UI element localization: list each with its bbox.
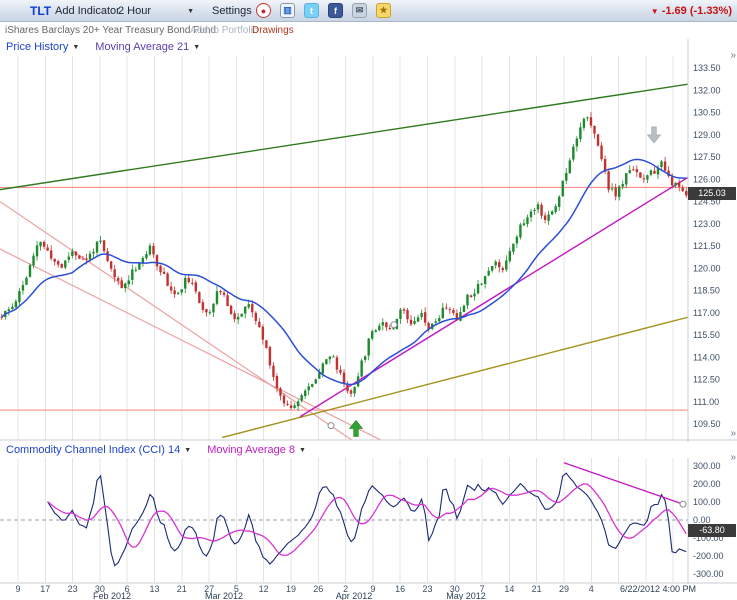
price-axis-label: 112.50 <box>693 375 720 385</box>
price-axis-label: 133.50 <box>693 63 721 73</box>
price-axis-label: 130.50 <box>693 108 721 118</box>
chevron-down-icon: ▼ <box>72 44 79 51</box>
timeframe-value: 2 Hour <box>118 5 151 17</box>
change-value: -1.69 (-1.33%) <box>662 5 732 17</box>
x-axis-day-label: 19 <box>279 584 303 594</box>
x-axis-month-label: Mar 2012 <box>194 591 254 600</box>
cci-ma-label: Moving Average 8 <box>207 444 295 456</box>
price-axis-label: 126.00 <box>693 174 721 184</box>
drawing-handle <box>391 322 397 328</box>
price-axis-label: 132.00 <box>693 85 721 95</box>
cci-indicator-label: Commodity Channel Index (CCI) 14 <box>6 444 180 456</box>
fund-name: iShares Barclays 20+ Year Treasury Bond … <box>5 25 216 36</box>
top-toolbar: TLT Add Indicator 2 Hour ▼ Settings ● ▥ tf… <box>0 0 737 22</box>
cci-chart-canvas[interactable]: 300.00200.00100.000.00-100.00-200.00-300… <box>0 458 737 584</box>
freestockcharts-app: TLT Add Indicator 2 Hour ▼ Settings ● ▥ tf… <box>0 0 737 600</box>
x-axis-day-label: 16 <box>388 584 412 594</box>
x-axis-day-label: 21 <box>170 584 194 594</box>
symbol-info-bar: iShares Barclays 20+ Year Treasury Bond … <box>0 23 737 39</box>
price-ma-dropdown[interactable]: Moving Average 21 ▼ <box>95 41 200 53</box>
pane-expander-icon[interactable]: » <box>730 428 736 439</box>
price-history-dropdown[interactable]: Price History ▼ <box>6 41 79 53</box>
price-chart-canvas[interactable]: 133.50132.00130.50129.00127.50126.00124.… <box>0 38 737 442</box>
price-axis-label: 111.00 <box>693 397 719 407</box>
price-change: ▼ -1.69 (-1.33%) <box>651 5 732 17</box>
down-arrow-icon: ▼ <box>651 7 659 16</box>
cci-axis-label: 300.00 <box>693 461 721 471</box>
cci-axis-label: 100.00 <box>693 497 721 507</box>
chevron-down-icon: ▼ <box>299 447 306 454</box>
cci-value-badge: -63.80 <box>688 524 736 537</box>
cci-axis-label: 200.00 <box>693 479 721 489</box>
last-update-timestamp: 6/22/2012 4:00 PM <box>596 584 696 594</box>
price-pane-header: Price History ▼ Moving Average 21 ▼ <box>6 41 200 53</box>
x-axis-day-label: 14 <box>497 584 521 594</box>
chevron-down-icon: ▼ <box>184 447 191 454</box>
chevron-down-icon: ▼ <box>187 8 194 15</box>
price-axis-label: 123.00 <box>693 219 721 229</box>
x-axis-day-label: 4 <box>579 584 603 594</box>
x-axis-day-label: 23 <box>61 584 85 594</box>
cci-pane-header: Commodity Channel Index (CCI) 14 ▼ Movin… <box>6 444 306 456</box>
x-axis-day-label: 17 <box>33 584 57 594</box>
add-to-portfolio-button[interactable]: Add to Portfolio <box>190 25 258 36</box>
price-axis-label: 120.00 <box>693 263 721 273</box>
symbol-label[interactable]: TLT <box>30 4 51 18</box>
price-axis-label: 114.00 <box>693 352 720 362</box>
cci-axis-label: -300.00 <box>693 569 724 579</box>
x-axis-month-label: Apr 2012 <box>324 591 384 600</box>
price-axis-label: 129.00 <box>693 130 721 140</box>
drawings-button[interactable]: Drawings <box>252 25 294 36</box>
freestockcharts-icon[interactable]: ● <box>256 3 271 18</box>
x-axis-day-label: 13 <box>143 584 167 594</box>
price-ma-label: Moving Average 21 <box>95 41 189 53</box>
chart-icon[interactable]: ▥ <box>280 3 295 18</box>
drawing-handle <box>680 501 686 507</box>
x-axis-month-label: Feb 2012 <box>82 591 142 600</box>
price-history-label: Price History <box>6 41 68 53</box>
add-indicator-button[interactable]: Add Indicator <box>55 5 120 17</box>
price-axis-label: 109.50 <box>693 419 721 429</box>
pane-expander-icon[interactable]: » <box>730 50 736 61</box>
favorites-icon[interactable]: ★ <box>376 3 391 18</box>
email-icon[interactable]: ✉ <box>352 3 367 18</box>
cci-ma-dropdown[interactable]: Moving Average 8 ▼ <box>207 444 306 456</box>
price-axis-label: 117.00 <box>693 308 720 318</box>
price-axis-label: 115.50 <box>693 330 720 340</box>
price-axis-label: 127.50 <box>693 152 721 162</box>
cci-axis-label: -200.00 <box>693 551 724 561</box>
x-axis-day-label: 21 <box>525 584 549 594</box>
share-icons-group: ● ▥ tf ✉ ★ <box>256 3 400 18</box>
x-axis: 6/22/2012 4:00 PM 9172330613212751219262… <box>0 584 737 600</box>
price-axis-label: 118.50 <box>693 286 720 296</box>
cci-indicator-dropdown[interactable]: Commodity Channel Index (CCI) 14 ▼ <box>6 444 191 456</box>
chevron-down-icon: ▼ <box>193 44 200 51</box>
x-axis-day-label: 29 <box>552 584 576 594</box>
pane-expander-icon[interactable]: » <box>730 452 736 463</box>
x-axis-day-label: 12 <box>252 584 276 594</box>
x-axis-month-label: May 2012 <box>436 591 496 600</box>
x-axis-day-label: 9 <box>6 584 30 594</box>
twitter-icon[interactable]: t <box>304 3 319 18</box>
timeframe-dropdown[interactable]: 2 Hour ▼ <box>118 5 194 17</box>
drawing-handle <box>328 423 334 429</box>
settings-button[interactable]: Settings <box>212 5 252 17</box>
facebook-icon[interactable]: f <box>328 3 343 18</box>
last-price-badge: 125.03 <box>688 187 736 200</box>
price-axis-label: 121.50 <box>693 241 721 251</box>
